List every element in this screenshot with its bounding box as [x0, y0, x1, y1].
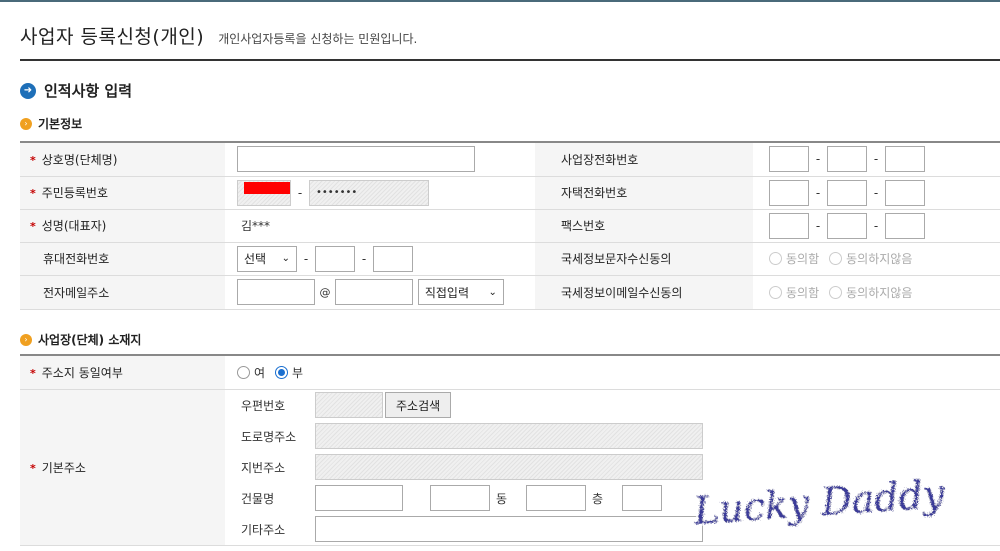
chevron-circle-icon: ›	[20, 333, 32, 346]
header-divider	[20, 59, 1000, 61]
rrn-label: * 주민등록번호	[20, 176, 225, 210]
home-phone-label: 자택전화번호	[535, 176, 753, 210]
chevron-down-icon: ⌄	[281, 253, 290, 264]
chevron-circle-icon: ›	[20, 117, 32, 130]
location-title: › 사업장(단체) 소재지	[20, 331, 141, 348]
biz-phone-input-3[interactable]	[885, 146, 925, 173]
floor-input[interactable]	[526, 485, 586, 511]
biz-phone-input-1[interactable]	[769, 146, 809, 173]
home-phone-input-1[interactable]	[769, 179, 809, 206]
required-mark: *	[30, 153, 36, 167]
mobile-prefix-select[interactable]: 선택 ⌄	[237, 245, 297, 272]
postal-row: 우편번호 주소검색	[241, 390, 1000, 421]
same-address-label: * 주소지 동일여부	[20, 354, 225, 390]
table-row: 전자메일주소 @ 직접입력 ⌄ 국세정보이메일수신동의 동의함 동의하지않음	[20, 275, 1000, 310]
same-address-yes-radio[interactable]	[237, 365, 250, 379]
unit-input[interactable]	[622, 485, 662, 511]
fax-input-2[interactable]	[827, 212, 867, 239]
arrow-right-circle-icon: ➜	[20, 82, 36, 99]
section-title-text: 인적사항 입력	[44, 82, 133, 100]
rrn-front-input	[237, 179, 291, 206]
email-consent-no-radio[interactable]	[829, 285, 843, 299]
required-mark: *	[30, 366, 36, 380]
sms-consent-label: 국세정보문자수신동의	[535, 242, 753, 276]
location-title-text: 사업장(단체) 소재지	[38, 333, 142, 347]
lot-address-input	[315, 454, 703, 480]
basic-info-table: * 상호명(단체명) 사업장전화번호 -- * 주민등록번호 - ••••••• 자택…	[20, 141, 1000, 310]
basic-info-title-text: 기본정보	[38, 117, 83, 131]
mobile-input-2[interactable]	[315, 245, 355, 272]
trade-name-label: * 상호명(단체명)	[20, 141, 225, 177]
email-label: 전자메일주소	[20, 275, 225, 310]
table-row: * 성명(대표자) 김*** 팩스번호 --	[20, 209, 1000, 243]
road-address-row: 도로명주소	[241, 421, 1000, 452]
table-row: 휴대전화번호 선택 ⌄ - - 국세정보문자수신동의 동의함 동의하지않음	[20, 242, 1000, 276]
building-name-input[interactable]	[315, 485, 403, 511]
etc-address-input[interactable]	[315, 516, 703, 542]
road-address-input	[315, 423, 703, 449]
rrn-back-input: •••••••	[309, 179, 429, 206]
required-mark: *	[30, 187, 36, 200]
svg-text:Lucky Daddy: Lucky Daddy	[692, 472, 947, 533]
email-domain-select[interactable]: 직접입력 ⌄	[417, 279, 504, 305]
page-description: 개인사업자등록을 신청하는 민원입니다.	[218, 32, 418, 46]
redaction-mask	[244, 182, 290, 194]
required-mark: *	[30, 220, 36, 233]
postal-code-input	[315, 392, 383, 418]
dong-input[interactable]	[430, 485, 490, 511]
required-mark: *	[30, 461, 36, 475]
name-value: 김***	[241, 219, 271, 233]
home-phone-input-2[interactable]	[827, 179, 867, 206]
lucky-daddy-watermark: Lucky Daddy Lucky Daddy	[690, 470, 949, 535]
fax-input-1[interactable]	[769, 212, 809, 239]
sms-consent-no-radio[interactable]	[829, 252, 843, 265]
biz-phone-input-2[interactable]	[827, 146, 867, 173]
email-id-input[interactable]	[237, 279, 315, 305]
trade-name-input[interactable]	[237, 146, 475, 173]
top-border	[0, 0, 1000, 2]
email-consent-yes-radio[interactable]	[769, 285, 782, 299]
fax-input-3[interactable]	[885, 212, 925, 239]
chevron-down-icon: ⌄	[488, 286, 497, 298]
mobile-input-3[interactable]	[373, 245, 413, 272]
table-row: * 상호명(단체명) 사업장전화번호 --	[20, 141, 1000, 177]
table-row: * 주소지 동일여부 여부	[20, 354, 1000, 390]
name-label: * 성명(대표자)	[20, 209, 225, 243]
email-domain-input[interactable]	[335, 279, 413, 305]
same-address-no-radio[interactable]	[275, 365, 289, 379]
home-phone-input-3[interactable]	[885, 179, 925, 206]
mobile-label: 휴대전화번호	[20, 242, 225, 276]
email-consent-label: 국세정보이메일수신동의	[535, 275, 753, 310]
fax-label: 팩스번호	[535, 209, 753, 243]
table-row: * 주민등록번호 - ••••••• 자택전화번호 --	[20, 176, 1000, 210]
base-address-label: * 기본주소	[20, 389, 225, 546]
sms-consent-yes-radio[interactable]	[769, 252, 782, 265]
page-title: 사업자 등록신청(개인)	[20, 26, 205, 48]
section-title: ➜ 인적사항 입력	[20, 80, 132, 101]
page-header: 사업자 등록신청(개인) 개인사업자등록을 신청하는 민원입니다.	[20, 22, 417, 49]
biz-phone-label: 사업장전화번호	[535, 141, 753, 177]
basic-info-title: › 기본정보	[20, 115, 82, 132]
address-search-button[interactable]: 주소검색	[385, 392, 452, 418]
